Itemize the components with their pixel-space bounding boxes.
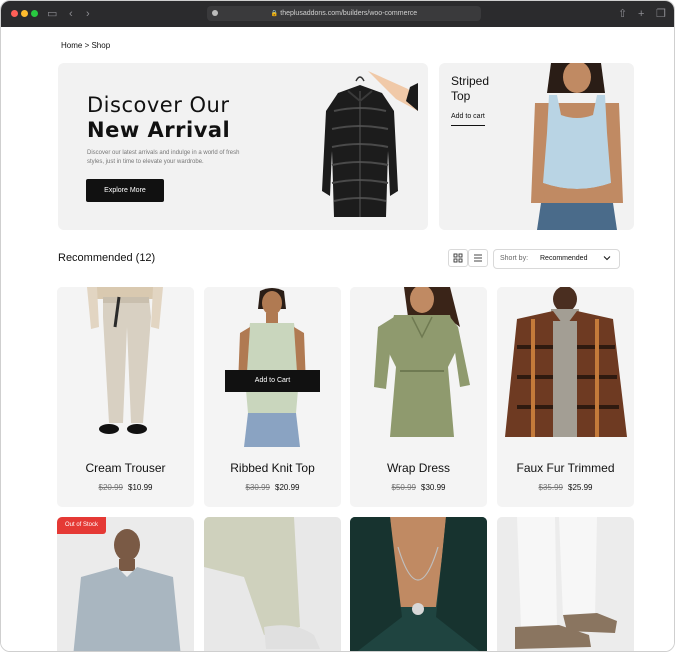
- share-icon[interactable]: ⇧: [618, 7, 627, 21]
- sale-price: $20.99: [275, 483, 300, 492]
- product-card[interactable]: [497, 517, 634, 651]
- promo-add-to-cart-link[interactable]: Add to cart: [451, 113, 485, 126]
- product-card[interactable]: Faux Fur Trimmed $35.99 $25.99: [497, 287, 634, 507]
- promo-card-striped-top[interactable]: Striped Top Add to cart: [439, 63, 634, 230]
- original-price: $30.99: [245, 483, 270, 492]
- breadcrumb[interactable]: Home > Shop: [61, 41, 110, 50]
- product-image-loafers: [497, 517, 634, 651]
- product-card[interactable]: Out of Stock: [57, 517, 194, 651]
- product-price: $20.99 $10.99: [57, 483, 194, 492]
- minimize-window-icon[interactable]: [21, 10, 28, 17]
- product-card[interactable]: Cream Trouser $20.99 $10.99: [57, 287, 194, 507]
- explore-more-button[interactable]: Explore More: [86, 179, 164, 202]
- product-name[interactable]: Faux Fur Trimmed: [497, 461, 634, 475]
- sort-dropdown[interactable]: Short by: Recommended: [493, 249, 620, 269]
- tank-top-model-image: [531, 63, 623, 230]
- original-price: $50.99: [391, 483, 416, 492]
- product-image-ribbed-knit-top: [204, 287, 341, 447]
- hero-description: Discover our latest arrivals and indulge…: [87, 150, 240, 165]
- product-image-wide-trouser: [204, 517, 341, 651]
- product-image-necklace: [350, 517, 487, 651]
- sidebar-icon[interactable]: ▭: [47, 7, 57, 21]
- product-image-polo-shirt: [57, 517, 194, 651]
- list-icon: [474, 254, 482, 262]
- maximize-window-icon[interactable]: [31, 10, 38, 17]
- product-image-cream-trouser: [57, 287, 194, 447]
- grid-view-button[interactable]: [448, 249, 468, 267]
- browser-window: ▭ ‹ › 🔒 theplusaddons.com/builders/woo-co…: [0, 0, 675, 652]
- page-content: Home > Shop Discover Our New Arrival Dis…: [1, 27, 674, 651]
- sort-label: Short by:: [500, 255, 529, 262]
- sale-price: $30.99: [421, 483, 446, 492]
- tabs-overview-icon[interactable]: ❐: [656, 7, 666, 21]
- sort-value: Recommended: [540, 255, 588, 262]
- add-to-cart-button[interactable]: Add to Cart: [225, 370, 320, 392]
- new-tab-icon[interactable]: +: [638, 7, 644, 21]
- product-price: $35.99 $25.99: [497, 483, 634, 492]
- product-image-wrap-dress: [350, 287, 487, 447]
- list-view-button[interactable]: [468, 249, 488, 267]
- product-card[interactable]: Wrap Dress $50.99 $30.99: [350, 287, 487, 507]
- url-text: theplusaddons.com/builders/woo-commerce: [280, 10, 418, 17]
- chevron-down-icon: [603, 256, 611, 261]
- product-name[interactable]: Cream Trouser: [57, 461, 194, 475]
- product-price: $50.99 $30.99: [350, 483, 487, 492]
- product-card[interactable]: [204, 517, 341, 651]
- close-window-icon[interactable]: [11, 10, 18, 17]
- browser-toolbar: ▭ ‹ › 🔒 theplusaddons.com/builders/woo-co…: [1, 1, 674, 27]
- product-image-faux-fur-trimmed: [497, 287, 634, 447]
- back-icon[interactable]: ‹: [69, 7, 73, 21]
- original-price: $20.99: [98, 483, 123, 492]
- product-name[interactable]: Wrap Dress: [350, 461, 487, 475]
- lock-icon: 🔒: [270, 11, 279, 17]
- product-card[interactable]: [350, 517, 487, 651]
- grid-icon: [453, 253, 463, 263]
- out-of-stock-badge: Out of Stock: [57, 517, 107, 534]
- sale-price: $10.99: [128, 483, 153, 492]
- product-card[interactable]: Add to Cart Ribbed Knit Top $30.99 $20.99: [204, 287, 341, 507]
- sale-price: $25.99: [568, 483, 593, 492]
- forward-icon[interactable]: ›: [86, 7, 90, 21]
- product-price: $30.99 $20.99: [204, 483, 341, 492]
- promo-title: Striped Top: [451, 74, 490, 103]
- product-name[interactable]: Ribbed Knit Top: [204, 461, 341, 475]
- hero-title-line2: New Arrival: [87, 118, 231, 142]
- recommended-heading: Recommended (12): [58, 252, 156, 264]
- hero-title-line1: Discover Our: [87, 93, 230, 117]
- privacy-icon: [212, 10, 218, 16]
- puffer-jacket-image: [322, 71, 418, 217]
- original-price: $35.99: [538, 483, 563, 492]
- address-bar[interactable]: 🔒 theplusaddons.com/builders/woo-commerce: [207, 6, 481, 21]
- hero-banner: Discover Our New Arrival Discover our la…: [58, 63, 428, 230]
